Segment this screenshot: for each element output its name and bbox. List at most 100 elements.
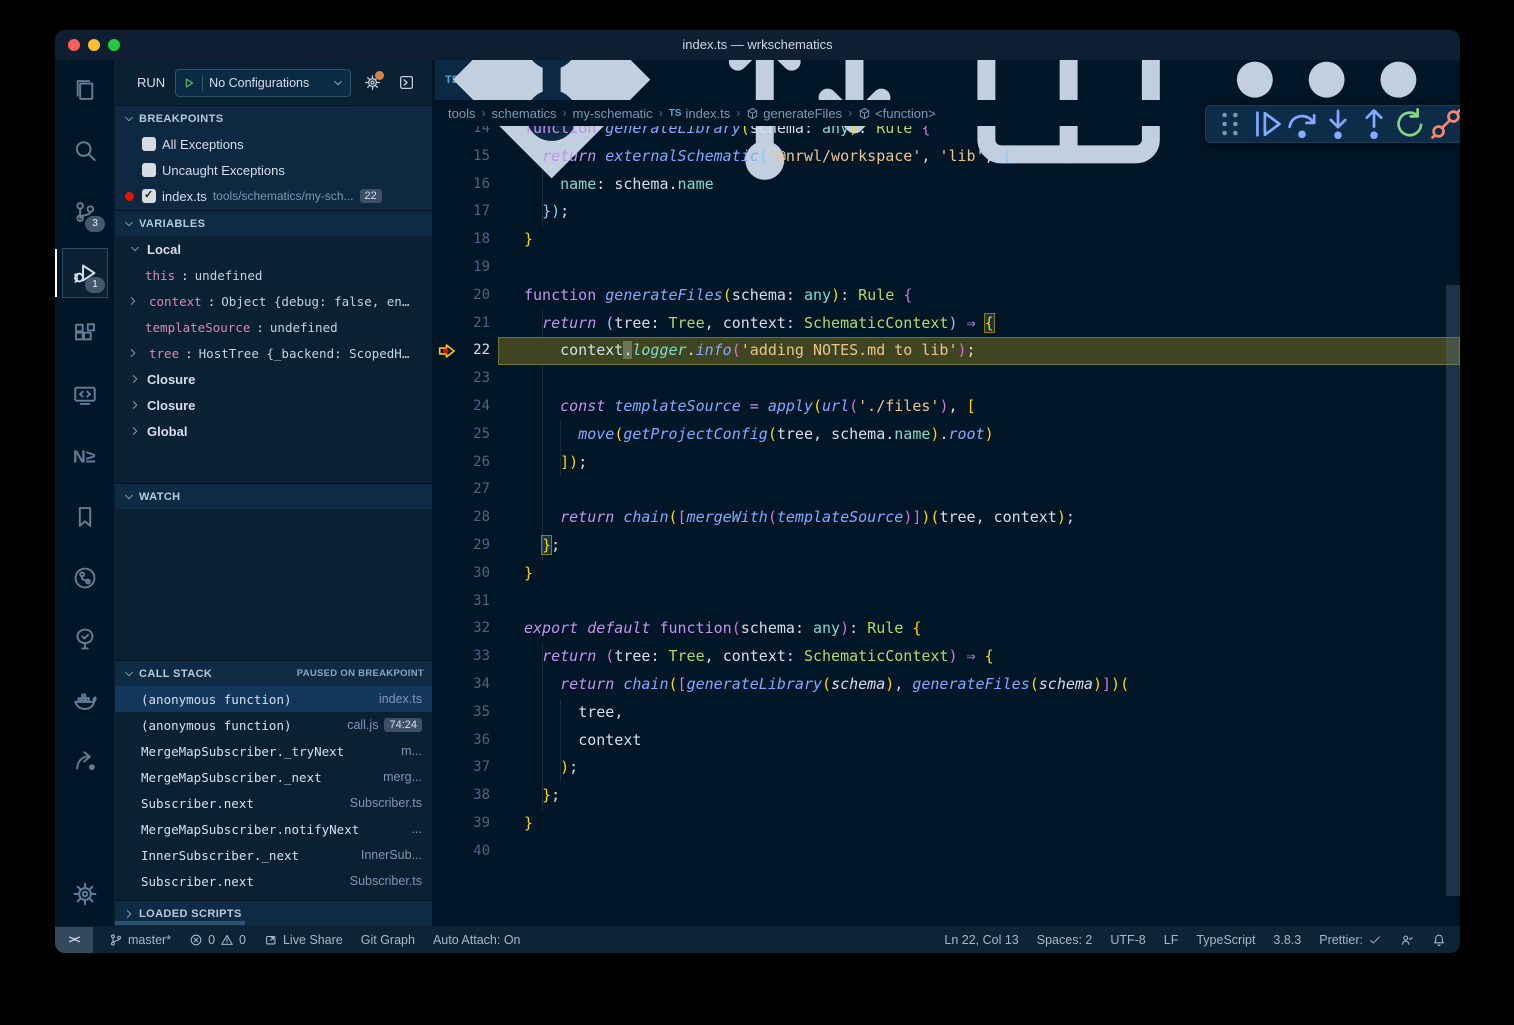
code-line-19[interactable]: 19 [432,254,1460,282]
activity-item-testing[interactable] [55,617,114,661]
code-line-31[interactable]: 31 [432,588,1460,616]
call-stack-frame[interactable]: (anonymous function)index.ts [115,686,432,712]
code-line-34[interactable]: 34 return chain([generateLibrary(schema)… [432,671,1460,699]
configure-button[interactable] [359,70,385,96]
code-line-20[interactable]: 20function generateFiles(schema: any): R… [432,282,1460,310]
variable-row[interactable]: context: Object {debug: false, en… [115,288,432,314]
code-line-35[interactable]: 35 tree, [432,699,1460,727]
debug-disconnect-button[interactable] [1428,106,1460,142]
status-auto-attach[interactable]: Auto Attach: On [433,933,521,947]
call-stack-frame[interactable]: Subscriber.nextSubscriber.ts [115,868,432,894]
call-stack-header[interactable]: CALL STACKPAUSED ON BREAKPOINT [115,661,432,686]
breadcrumb-item-function[interactable]: <function> [858,106,936,121]
status-cursor-position[interactable]: Ln 22, Col 13 [944,933,1018,947]
code-line-33[interactable]: 33 return (tree: Tree, context: Schemati… [432,643,1460,671]
code-line-25[interactable]: 25 move(getProjectConfig(tree, schema.na… [432,421,1460,449]
code-line-24[interactable]: 24 const templateSource = apply(url('./f… [432,393,1460,421]
call-stack-frame[interactable]: MergeMapSubscriber._nextmerg... [115,764,432,790]
activity-item-explorer[interactable] [55,68,114,112]
breakpoint-checkbox[interactable] [142,137,156,151]
code-line-29[interactable]: 29 }; [432,532,1460,560]
call-stack-frame[interactable]: MergeMapSubscriber.notifyNext... [115,816,432,842]
breakpoint-row[interactable]: index.tstools/schematics/my-sch...22 [115,183,432,209]
code-line-16[interactable]: 16 name: schema.name [432,171,1460,199]
call-stack-frame[interactable]: Subscriber.nextSubscriber.ts [115,790,432,816]
breadcrumb-item-generateFiles[interactable]: generateFiles [746,106,842,121]
activity-item-source-control[interactable]: 3 [55,190,114,234]
activity-item-remote-explorer[interactable] [55,373,114,417]
code-line-28[interactable]: 28 return chain([mergeWith(templateSourc… [432,504,1460,532]
status-indentation[interactable]: Spaces: 2 [1037,933,1093,947]
call-stack-frame[interactable]: InnerSubscriber._nextInnerSub... [115,842,432,868]
variable-row[interactable]: tree: HostTree {_backend: ScopedH… [115,340,432,366]
code-line-30[interactable]: 30} [432,560,1460,588]
breakpoint-row[interactable]: All Exceptions [115,131,432,157]
variable-row[interactable]: templateSource: undefined [115,314,432,340]
breadcrumb-item-tools[interactable]: tools [448,106,475,121]
breakpoints-header[interactable]: BREAKPOINTS [115,106,432,131]
status-notifications[interactable] [1432,933,1446,947]
activity-item-docker[interactable] [55,678,114,722]
code-line-22[interactable]: 22 context.logger.info('adding NOTES.md … [432,337,1460,365]
status-git-graph[interactable]: Git Graph [361,933,415,947]
activity-item-nx-console[interactable]: N≥ [55,434,114,478]
call-stack-frame[interactable]: (anonymous function)call.js74:24 [115,712,432,738]
activity-item-bookmarks[interactable] [55,495,114,539]
variable-row[interactable]: this: undefined [115,262,432,288]
code-line-36[interactable]: 36 context [432,727,1460,755]
status-prettier[interactable]: Prettier: [1319,933,1382,947]
run-configuration-dropdown[interactable]: No Configurations [175,69,351,97]
editor-scrollbar[interactable] [1446,285,1460,896]
breakpoint-checkbox[interactable] [142,189,156,203]
sidebar-horizontal-scrollbar[interactable] [115,921,245,925]
code-line-17[interactable]: 17 }); [432,198,1460,226]
code-line-39[interactable]: 39} [432,810,1460,838]
debug-step-into-button[interactable] [1320,106,1356,142]
status-language[interactable]: TypeScript [1196,933,1255,947]
debug-restart-button[interactable] [1392,106,1428,142]
status-branch[interactable]: master* [109,933,171,947]
status-remote-indicator[interactable]: >< [55,927,93,953]
code-area[interactable]: 14function generateLibrary(schema: any):… [432,60,1460,926]
status-ts-version[interactable]: 3.8.3 [1273,933,1301,947]
code-line-18[interactable]: 18} [432,226,1460,254]
code-line-32[interactable]: 32export default function(schema: any): … [432,615,1460,643]
code-line-21[interactable]: 21 return (tree: Tree, context: Schemati… [432,310,1460,338]
activity-item-live-share[interactable] [55,739,114,783]
status-eol[interactable]: LF [1164,933,1179,947]
code-line-27[interactable]: 27 [432,476,1460,504]
variable-scope-closure[interactable]: Closure [115,392,432,418]
status-live-share[interactable]: Live Share [264,933,343,947]
debug-step-out-button[interactable] [1356,106,1392,142]
code-line-23[interactable]: 23 [432,365,1460,393]
breakpoint-row[interactable]: Uncaught Exceptions [115,157,432,183]
breadcrumb-item-indexts[interactable]: TSindex.ts [669,106,731,121]
variable-scope-local[interactable]: Local [115,236,432,262]
debug-step-over-button[interactable] [1284,106,1320,142]
status-encoding[interactable]: UTF-8 [1110,933,1145,947]
activity-item-extensions[interactable] [55,312,114,356]
breadcrumb-item-schematics[interactable]: schematics [491,106,556,121]
variables-header[interactable]: VARIABLES [115,211,432,236]
activity-item-manage[interactable] [55,872,115,916]
breakpoint-checkbox[interactable] [142,163,156,177]
status-problems[interactable]: 00 [189,933,246,947]
watch-header[interactable]: WATCH [115,484,432,509]
activity-item-search[interactable] [55,129,114,173]
code-line-15[interactable]: 15 return externalSchematic('@nrwl/works… [432,143,1460,171]
debug-console-button[interactable] [393,70,419,96]
status-feedback[interactable] [1400,933,1414,947]
call-stack-frame[interactable]: MergeMapSubscriber._tryNextm... [115,738,432,764]
code-line-37[interactable]: 37 ); [432,754,1460,782]
variable-scope-global[interactable]: Global [115,418,432,444]
code-line-26[interactable]: 26 ]); [432,449,1460,477]
activity-item-run-debug[interactable]: 1 [55,251,114,295]
debug-drag-handle-button[interactable] [1212,106,1248,142]
code-line-40[interactable]: 40 [432,838,1460,866]
breadcrumb-item-myschematic[interactable]: my-schematic [573,106,653,121]
variable-scope-closure[interactable]: Closure [115,366,432,392]
debug-continue-button[interactable] [1248,106,1284,142]
activity-item-git-graph[interactable] [55,556,114,600]
code-line-38[interactable]: 38 }; [432,782,1460,810]
code-token: ) [1093,675,1102,693]
